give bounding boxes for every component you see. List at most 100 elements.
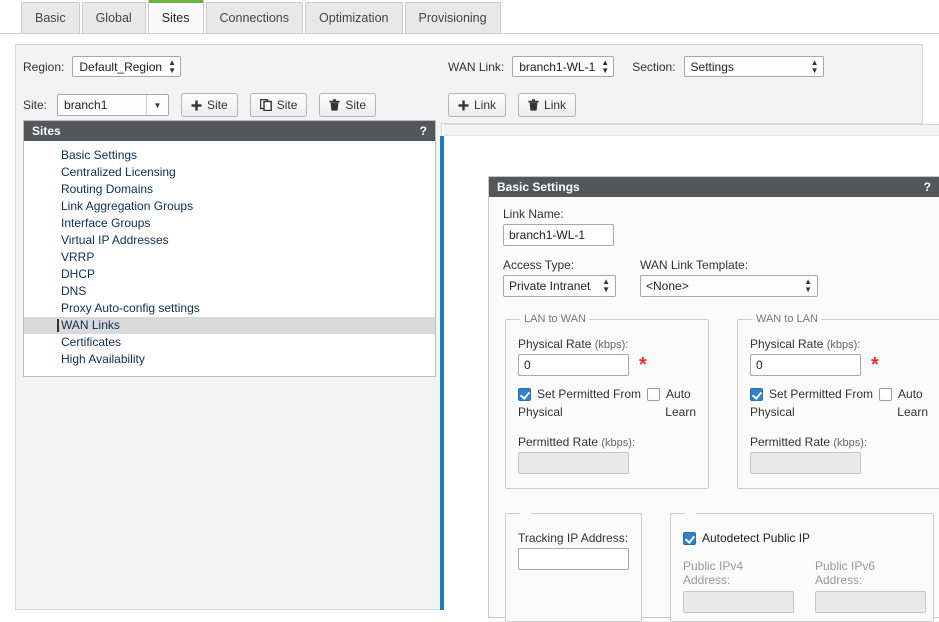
sidebar-item-certificates[interactable]: Certificates — [24, 334, 435, 351]
required-asterisk-icon: * — [639, 354, 647, 376]
sidebar-item-high-availability[interactable]: High Availability — [24, 351, 435, 368]
tab-basic[interactable]: Basic — [21, 2, 80, 33]
autodetect-public-ip-row: Autodetect Public IP — [683, 531, 933, 545]
lan-permitted-rate-input[interactable] — [518, 452, 629, 474]
tab-optimization[interactable]: Optimization — [305, 2, 403, 33]
autodetect-public-ip-label: Autodetect Public IP — [702, 531, 811, 545]
basic-settings-card: Basic Settings ? Link Name: branch1-WL-1… — [488, 176, 939, 622]
add-site-button-label: Site — [207, 98, 228, 112]
sidebar-item-virtual-ip-addresses[interactable]: Virtual IP Addresses — [24, 232, 435, 249]
wan-link-toolbar-panel: WAN Link: branch1-WL-1 ▲ ▼ Section: Setti… — [440, 44, 923, 124]
public-ipv6-label2: Address: — [815, 573, 863, 587]
wan-link-select[interactable]: branch1-WL-1 ▲ ▼ — [512, 56, 615, 77]
wan-link-template-group: WAN Link Template: <None> ▲ ▼ — [640, 258, 818, 297]
public-ipv4-label2: Address: — [683, 573, 731, 587]
region-select[interactable]: Default_Region ▲ ▼ — [72, 56, 182, 77]
tracking-ip-label: Tracking IP Address: — [518, 531, 629, 545]
plus-icon — [458, 100, 469, 110]
tracking-ip-fieldset: Tracking IP Address: — [505, 507, 642, 622]
public-ipv4-label: Public IPv4 — [683, 559, 744, 573]
access-type-select[interactable]: Private Intranet ▲ ▼ — [503, 275, 616, 297]
access-type-group: Access Type: Private Intranet ▲ ▼ — [503, 258, 616, 297]
main-tab-bar: Basic Global Sites Connections Optimizat… — [0, 0, 939, 34]
section-label: Section: — [632, 59, 676, 74]
tab-global[interactable]: Global — [81, 2, 146, 33]
section-select-value: Settings — [690, 59, 734, 74]
copy-icon — [259, 99, 272, 111]
wan-to-lan-legend: WAN to LAN — [756, 313, 818, 325]
add-link-button-label: Link — [474, 98, 497, 112]
sidebar-item-proxy-auto-config-settings[interactable]: Proxy Auto-config settings — [24, 300, 435, 317]
sidebar-item-dns[interactable]: DNS — [24, 283, 435, 300]
autodetect-public-ip-checkbox[interactable] — [683, 531, 696, 545]
public-ipv4-group: Public IPv4 Address: — [683, 559, 801, 613]
wan-physical-rate-row: 0 * — [750, 354, 928, 376]
autodetect-public-ip-fieldset: Autodetect Public IP Public IPv4 Address… — [670, 507, 934, 622]
add-site-button[interactable]: Site — [181, 93, 238, 117]
wan-physical-rate-label: Physical Rate (kbps): — [750, 337, 928, 351]
sidebar-item-dhcp[interactable]: DHCP — [24, 266, 435, 283]
link-name-label: Link Name: — [503, 207, 564, 221]
tab-connections[interactable]: Connections — [205, 2, 304, 33]
region-row: Region: Default_Region ▲ ▼ — [23, 56, 182, 77]
rate-fieldsets-row: LAN to WAN Physical Rate (kbps): 0 * Set… — [503, 313, 939, 489]
sidebar-item-basic-settings[interactable]: Basic Settings — [24, 147, 435, 164]
lan-physical-rate-input[interactable]: 0 — [518, 354, 629, 376]
access-type-label: Access Type: — [503, 258, 575, 272]
wan-set-permitted-from-label2: Physical — [750, 405, 795, 419]
updown-arrows-icon: ▲ ▼ — [810, 57, 819, 75]
sidebar-item-link-aggregation-groups[interactable]: Link Aggregation Groups — [24, 198, 435, 215]
delete-site-button[interactable]: Site — [319, 93, 377, 117]
public-ipv6-input[interactable] — [815, 591, 926, 613]
wan-set-permitted-from-physical-checkbox[interactable] — [750, 387, 763, 401]
tab-provisioning[interactable]: Provisioning — [404, 2, 501, 33]
tracking-ip-input[interactable] — [518, 548, 629, 570]
tracking-ip-legend — [520, 507, 531, 519]
access-type-row: Access Type: Private Intranet ▲ ▼ WAN Lin… — [503, 258, 925, 297]
wan-physical-rate-label-text: Physical Rate — [750, 337, 824, 351]
public-ipv6-label: Public IPv6 — [815, 559, 876, 573]
help-icon[interactable]: ? — [924, 180, 931, 194]
lan-auto-learn-checkbox[interactable] — [647, 387, 661, 401]
sidebar-item-wan-links[interactable]: WAN Links — [24, 317, 435, 334]
tab-sites[interactable]: Sites — [147, 0, 204, 33]
wan-link-template-select[interactable]: <None> ▲ ▼ — [640, 275, 818, 297]
trash-icon — [528, 99, 539, 111]
link-name-input[interactable]: branch1-WL-1 — [503, 224, 614, 246]
wan-permitted-checkbox-row: Set Permitted From Auto — [750, 387, 928, 401]
section-select[interactable]: Settings ▲ ▼ — [683, 56, 824, 77]
sidebar-item-vrrp[interactable]: VRRP — [24, 249, 435, 266]
clone-site-button-label: Site — [276, 98, 298, 112]
sidebar-item-routing-domains[interactable]: Routing Domains — [24, 181, 435, 198]
sidebar-item-interface-groups[interactable]: Interface Groups — [24, 215, 435, 232]
lan-to-wan-legend: LAN to WAN — [524, 313, 586, 325]
public-ipv4-input[interactable] — [683, 591, 794, 613]
delete-site-button-label: Site — [345, 98, 367, 112]
lan-physical-rate-row: 0 * — [518, 354, 696, 376]
wan-auto-learn-checkbox[interactable] — [879, 387, 893, 401]
delete-link-button-label: Link — [544, 98, 567, 112]
lan-permitted-checkbox-row2: Physical Learn — [518, 401, 696, 419]
lan-set-permitted-from-label2: Physical — [518, 405, 563, 419]
delete-link-button[interactable]: Link — [518, 93, 577, 117]
wan-to-lan-fieldset: WAN to LAN Physical Rate (kbps): 0 * Set… — [737, 313, 939, 489]
lan-permitted-rate-units: (kbps): — [601, 437, 636, 449]
site-label: Site: — [23, 98, 48, 112]
lan-set-permitted-from-physical-checkbox[interactable] — [518, 387, 531, 401]
lan-auto-label: Auto — [666, 387, 691, 401]
wan-permitted-rate-label: Permitted Rate (kbps): — [750, 435, 928, 449]
wan-permitted-rate-input[interactable] — [750, 452, 861, 474]
wan-link-template-value: <None> — [646, 279, 689, 293]
sidebar-item-centralized-licensing[interactable]: Centralized Licensing — [24, 164, 435, 181]
add-link-button[interactable]: Link — [448, 93, 507, 117]
wan-auto-label: Auto — [898, 387, 923, 401]
site-select[interactable]: branch1 ▼ — [57, 94, 170, 116]
help-icon[interactable]: ? — [420, 124, 427, 138]
clone-site-button[interactable]: Site — [249, 93, 308, 117]
basic-settings-body: Link Name: branch1-WL-1 Access Type: Pri… — [489, 197, 939, 622]
lan-permitted-rate-label-text: Permitted Rate — [518, 435, 599, 449]
wan-link-template-label: WAN Link Template: — [640, 258, 749, 272]
plus-icon — [191, 100, 202, 110]
wan-physical-rate-input[interactable]: 0 — [750, 354, 861, 376]
lan-physical-rate-units: (kbps): — [594, 339, 629, 351]
